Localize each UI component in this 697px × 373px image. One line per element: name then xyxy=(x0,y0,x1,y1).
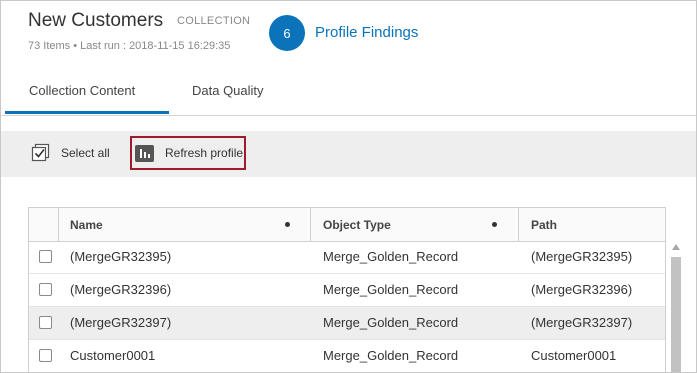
collection-panel: New Customers COLLECTION 73 Items • Last… xyxy=(0,0,697,373)
cell-object-type: Merge_Golden_Record xyxy=(323,315,459,330)
select-all-icon xyxy=(31,143,50,162)
cell-name: (MergeGR32395) xyxy=(70,249,172,264)
column-header-path[interactable]: Path xyxy=(531,218,557,232)
collection-type-tag: COLLECTION xyxy=(177,15,251,27)
table-row[interactable]: Customer0001 Merge_Golden_Record Custome… xyxy=(29,340,665,372)
column-divider xyxy=(310,208,311,241)
tab-data-quality[interactable]: Data Quality xyxy=(192,83,264,98)
cell-object-type: Merge_Golden_Record xyxy=(323,249,459,264)
cell-path: (MergeGR32397) xyxy=(531,315,633,330)
table-header: Name Object Type Path xyxy=(29,208,665,242)
row-checkbox[interactable] xyxy=(39,283,52,296)
scrollbar-thumb[interactable] xyxy=(671,257,681,372)
table-row[interactable]: (MergeGR32396) Merge_Golden_Record (Merg… xyxy=(29,274,665,307)
cell-object-type: Merge_Golden_Record xyxy=(323,282,459,297)
cell-name: (MergeGR32396) xyxy=(70,282,172,297)
bar-chart-icon xyxy=(135,144,154,162)
active-tab-indicator xyxy=(5,111,169,114)
collection-table: Name Object Type Path (MergeGR32395) Mer… xyxy=(28,207,666,372)
row-checkbox[interactable] xyxy=(39,250,52,263)
row-checkbox[interactable] xyxy=(39,316,52,329)
profile-findings-link[interactable]: Profile Findings xyxy=(315,24,418,41)
row-checkbox[interactable] xyxy=(39,349,52,362)
select-all-label: Select all xyxy=(61,145,110,160)
scroll-up-arrow-icon[interactable] xyxy=(672,244,680,250)
collection-meta: 73 Items • Last run : 2018-11-15 16:29:3… xyxy=(28,40,231,52)
refresh-profile-label: Refresh profile xyxy=(165,146,244,160)
column-header-object-type[interactable]: Object Type xyxy=(323,218,391,232)
cell-name: (MergeGR32397) xyxy=(70,315,172,330)
object-type-column-menu-icon[interactable] xyxy=(492,222,497,227)
table-row[interactable]: (MergeGR32395) Merge_Golden_Record (Merg… xyxy=(29,241,665,274)
cell-path: (MergeGR32395) xyxy=(531,249,633,264)
select-all-button[interactable]: Select all xyxy=(31,143,110,162)
tab-collection-content[interactable]: Collection Content xyxy=(29,83,135,98)
refresh-profile-button[interactable]: Refresh profile xyxy=(130,136,246,170)
column-divider xyxy=(518,208,519,241)
table-scrollbar[interactable] xyxy=(668,240,684,372)
cell-path: (MergeGR32396) xyxy=(531,282,633,297)
column-header-name[interactable]: Name xyxy=(70,218,103,232)
name-column-menu-icon[interactable] xyxy=(285,222,290,227)
cell-name: Customer0001 xyxy=(70,348,156,363)
column-divider xyxy=(58,208,59,241)
tab-bar: Collection Content Data Quality xyxy=(1,77,696,116)
cell-path: Customer0001 xyxy=(531,348,617,363)
cell-object-type: Merge_Golden_Record xyxy=(323,348,459,363)
findings-count-badge[interactable]: 6 xyxy=(269,15,305,51)
collection-title: New Customers xyxy=(28,10,164,31)
toolbar: Select all Refresh profile xyxy=(1,131,696,177)
table-row[interactable]: (MergeGR32397) Merge_Golden_Record (Merg… xyxy=(29,307,665,340)
